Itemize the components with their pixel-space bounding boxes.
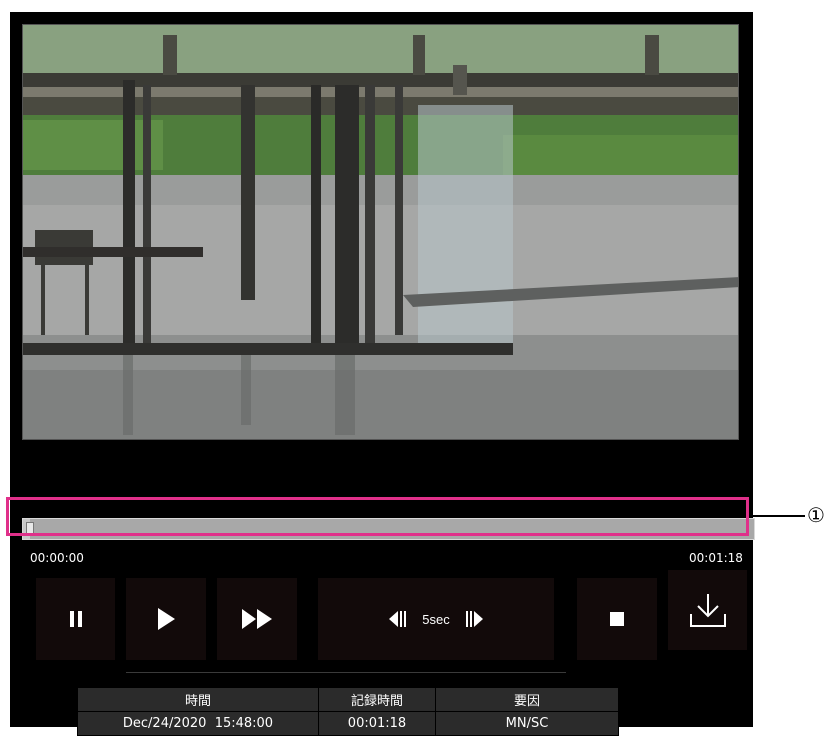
- cell-time: Dec/24/2020 15:48:00: [77, 711, 319, 736]
- video-player: 00:00:00 00:01:18 5sec 時間 記録時間 要因 Dec/24…: [10, 12, 755, 736]
- seek-bar-callout-box: [6, 497, 749, 536]
- header-cause: 要因: [435, 687, 619, 712]
- play-button[interactable]: [126, 578, 206, 660]
- pause-icon: [69, 611, 82, 627]
- cell-cause: MN/SC: [435, 711, 619, 736]
- header-time: 時間: [77, 687, 319, 712]
- download-icon: [689, 594, 726, 627]
- pause-button[interactable]: [36, 578, 115, 660]
- stop-button[interactable]: [577, 578, 657, 660]
- skip-interval-label: 5sec: [422, 611, 450, 627]
- cell-duration: 00:01:18: [318, 711, 436, 736]
- fast-forward-button[interactable]: [217, 578, 297, 660]
- table-header-row: 時間 記録時間 要因: [77, 687, 619, 712]
- skip-control: 5sec: [318, 578, 554, 660]
- end-time-label: 00:01:18: [689, 551, 743, 565]
- download-button[interactable]: [668, 570, 747, 650]
- start-time-label: 00:00:00: [30, 551, 84, 565]
- video-display[interactable]: [22, 24, 739, 440]
- camera-scene: [23, 25, 738, 439]
- table-row: Dec/24/2020 15:48:00 00:01:18 MN/SC: [77, 711, 619, 736]
- skip-forward-icon[interactable]: [464, 609, 484, 629]
- stop-icon: [610, 612, 624, 626]
- fast-forward-icon: [242, 609, 272, 629]
- recording-info-table: 時間 記録時間 要因 Dec/24/2020 15:48:00 00:01:18…: [77, 687, 619, 736]
- header-duration: 記録時間: [318, 687, 436, 712]
- callout-leader-line: [752, 515, 805, 517]
- play-icon: [158, 608, 175, 630]
- callout-number: ①: [807, 503, 825, 527]
- controls-divider: [126, 672, 566, 673]
- skip-back-icon[interactable]: [388, 609, 408, 629]
